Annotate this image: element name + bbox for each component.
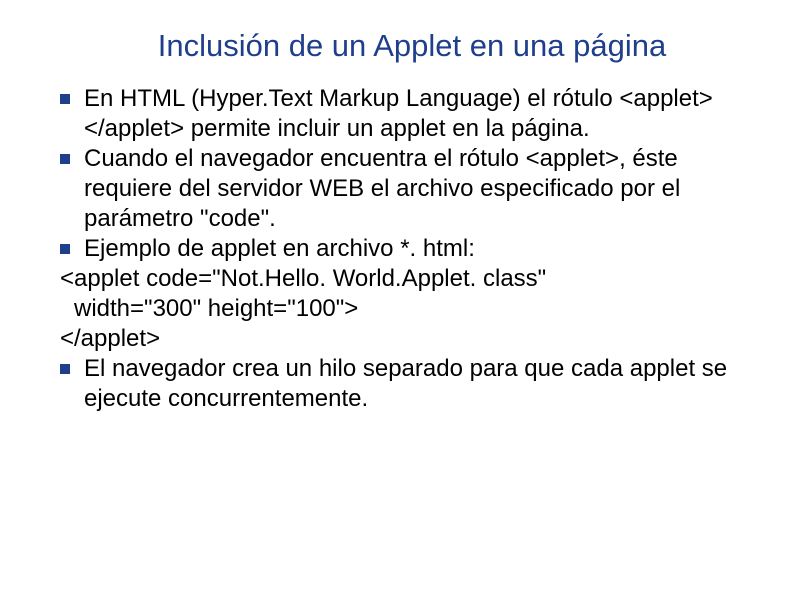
code-line: </applet> <box>60 324 734 354</box>
list-item: Ejemplo de applet en archivo *. html: <box>60 234 734 264</box>
bullet-icon <box>60 364 70 374</box>
list-item-text: Ejemplo de applet en archivo *. html: <box>84 234 734 264</box>
bullet-icon <box>60 244 70 254</box>
bullet-icon <box>60 94 70 104</box>
code-text: width="300" height="100"> <box>74 295 358 322</box>
list-item: El navegador crea un hilo separado para … <box>60 354 734 414</box>
list-item-text: El navegador crea un hilo separado para … <box>84 354 734 414</box>
list-item-text: Cuando el navegador encuentra el rótulo … <box>84 144 734 234</box>
code-text: </applet> <box>60 325 160 352</box>
code-text: <applet code="Not.Hello. World.Applet. c… <box>60 265 546 292</box>
list-item: En HTML (Hyper.Text Markup Language) el … <box>60 84 734 144</box>
list-item: Cuando el navegador encuentra el rótulo … <box>60 144 734 234</box>
bullet-icon <box>60 154 70 164</box>
code-line: <applet code="Not.Hello. World.Applet. c… <box>60 264 734 294</box>
slide-title: Inclusión de un Applet en una página <box>60 28 734 64</box>
slide-content: En HTML (Hyper.Text Markup Language) el … <box>60 84 734 414</box>
slide: Inclusión de un Applet en una página En … <box>0 0 794 454</box>
list-item-text: En HTML (Hyper.Text Markup Language) el … <box>84 84 734 144</box>
code-line: width="300" height="100"> <box>60 294 734 324</box>
